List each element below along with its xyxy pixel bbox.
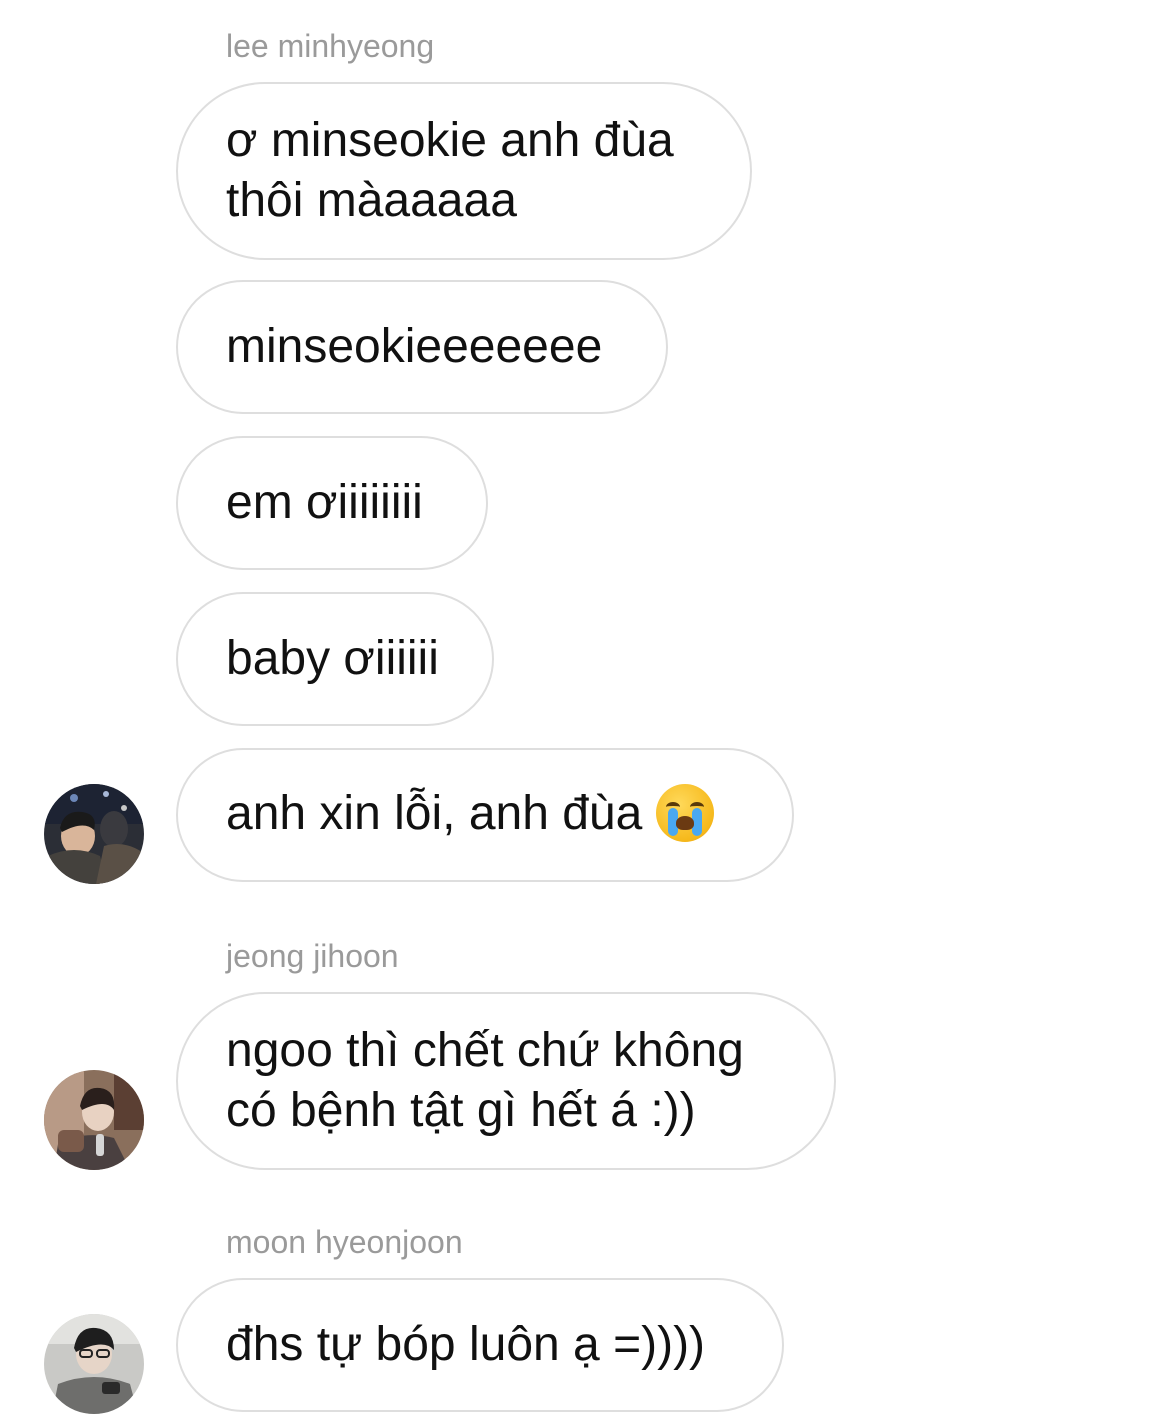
message-text: baby ơiiiiii <box>226 632 439 685</box>
avatar[interactable] <box>44 1070 144 1170</box>
message-bubble[interactable]: ngoo thì chết chứ không có bệnh tật gì h… <box>176 992 836 1170</box>
message-line: ơ minseokie anh đùa <box>226 114 674 167</box>
message-bubble[interactable]: minseokieeeeeee <box>176 280 668 414</box>
message-text: minseokieeeeeee <box>226 320 603 373</box>
avatar-photo <box>44 1070 144 1170</box>
message-text: ngoo thì chết chứ không có bệnh tật gì h… <box>226 1021 744 1141</box>
avatar[interactable] <box>44 1314 144 1414</box>
avatar-photo <box>44 784 144 884</box>
message-bubble[interactable]: em ơiiiiiiii <box>176 436 488 570</box>
message-line: anh xin lỗi, anh đùa <box>226 787 643 841</box>
message-text: đhs tự bóp luôn ạ =)))) <box>226 1318 706 1371</box>
message-bubble[interactable]: baby ơiiiiii <box>176 592 494 726</box>
message-line: ngoo thì chết chứ không <box>226 1024 744 1077</box>
message-line: có bệnh tật gì hết á :)) <box>226 1084 696 1137</box>
message-text: anh xin lỗi, anh đùa <box>226 783 715 845</box>
avatar-photo <box>44 1314 144 1414</box>
avatar[interactable] <box>44 784 144 884</box>
sender-name: lee minhyeong <box>226 28 435 64</box>
message-text: em ơiiiiiiii <box>226 476 423 529</box>
message-bubble[interactable]: anh xin lỗi, anh đùa <box>176 748 794 882</box>
message-line: thôi màaaaaa <box>226 174 517 227</box>
loudly-crying-face-icon <box>656 783 715 842</box>
message-bubble[interactable]: ơ minseokie anh đùa thôi màaaaaa <box>176 82 752 260</box>
sender-name: jeong jihoon <box>226 938 399 974</box>
sender-name: moon hyeonjoon <box>226 1224 463 1260</box>
message-bubble[interactable]: đhs tự bóp luôn ạ =)))) <box>176 1278 784 1412</box>
message-text: ơ minseokie anh đùa thôi màaaaaa <box>226 111 674 231</box>
